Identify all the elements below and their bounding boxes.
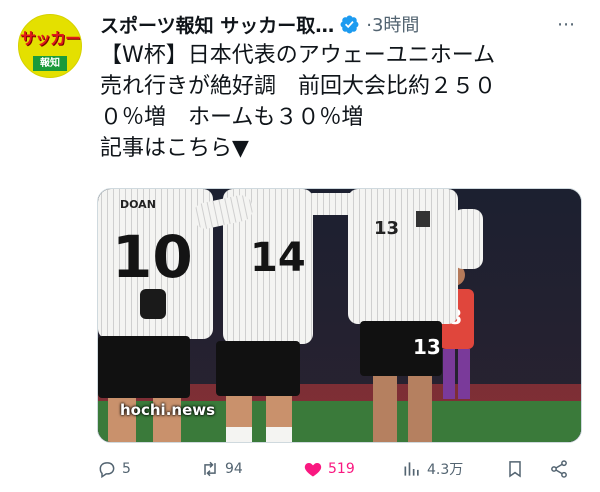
reply-icon [99,462,115,479]
more-icon[interactable]: ⋯ [557,14,576,35]
repost-button[interactable]: 94 [200,455,243,483]
middle-number: 14 [250,235,306,281]
views-button[interactable]: 4.3万 [402,455,463,483]
verified-icon [340,15,359,33]
photo-watermark: hochi.news [120,401,216,419]
avatar-logo-sub: 報知 [33,56,67,71]
time-value: 3時間 [371,15,420,36]
views-count: 4.3万 [427,462,464,478]
right-chest-number: 13 [374,218,399,239]
author-name[interactable]: スポーツ報知 サッカー取… [100,11,334,38]
bookmark-icon [509,461,521,478]
heart-icon [304,463,322,477]
avatar-logo-text: サッカー [19,29,81,48]
tweet-link-line[interactable]: 記事はこちら▼ [100,133,580,164]
share-button[interactable] [549,455,574,483]
like-count: 519 [328,461,355,477]
tweet-line: 売れ行きが絶好調 前回大会比約２５０ [100,74,497,99]
share-icon [551,460,567,478]
views-icon [404,462,419,476]
action-bar: 5 94 519 4.3万 [97,455,577,483]
left-name: DOAN [120,198,156,211]
repost-count: 94 [225,461,243,477]
tweet-time[interactable]: ·3時間 [366,11,419,37]
bookmark-button[interactable] [505,455,530,483]
tweet-text: 【W杯】日本代表のアウェーユニホーム 売れ行きが絶好調 前回大会比約２５０ ０％増 … [100,40,580,164]
tweet-header: スポーツ報知 サッカー取… ·3時間 ⋯ [100,10,576,38]
reply-button[interactable]: 5 [97,455,131,483]
reply-count: 5 [122,461,131,477]
avatar[interactable]: サッカー 報知 [18,14,82,78]
left-number: 10 [112,223,193,291]
like-button[interactable]: 519 [303,455,355,483]
repost-icon [204,461,216,477]
tweet-photo[interactable]: 8 13 13 14 [97,188,582,443]
right-shorts-number: 13 [413,335,441,359]
tweet-line: ０％増 ホームも３０％増 [100,105,364,130]
tweet-line: 【W杯】日本代表のアウェーユニホーム [100,43,496,68]
